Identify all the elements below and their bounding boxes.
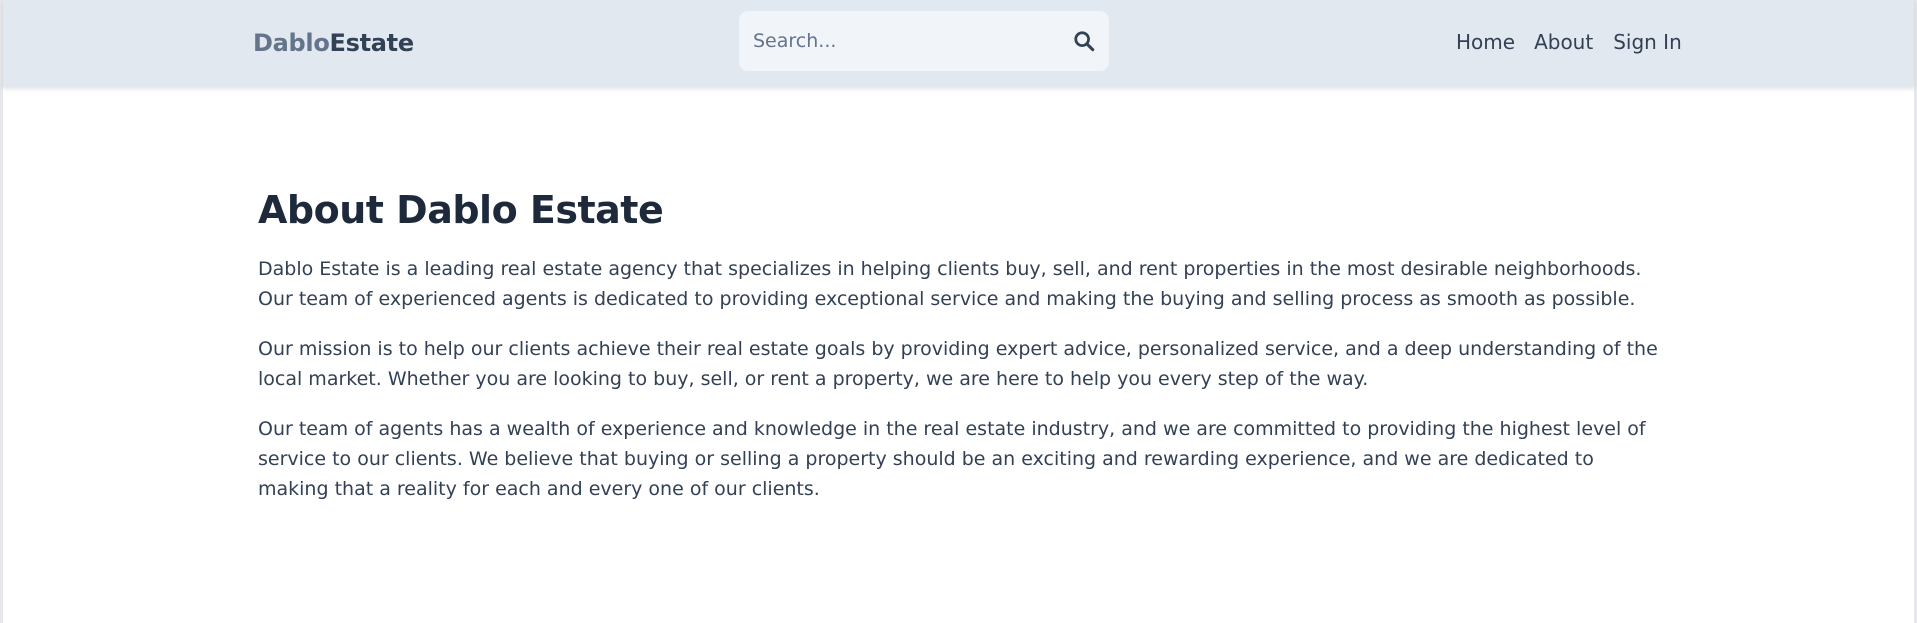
- search-form: [739, 11, 1109, 71]
- site-header: DabloEstate Home About Sign In: [3, 0, 1914, 87]
- main-nav: Home About Sign In: [1456, 28, 1682, 56]
- site-logo[interactable]: DabloEstate: [253, 27, 414, 59]
- page-title: About Dablo Estate: [258, 188, 664, 232]
- about-paragraph-3: Our team of agents has a wealth of exper…: [258, 418, 1646, 500]
- search-input[interactable]: [753, 11, 1053, 71]
- about-paragraph-2: Our mission is to help our clients achie…: [258, 338, 1658, 390]
- nav-link-sign-in[interactable]: Sign In: [1613, 28, 1682, 56]
- search-icon[interactable]: [1073, 30, 1095, 52]
- page-frame-left: [0, 0, 3, 623]
- logo-text-dablo: Dablo: [253, 29, 330, 57]
- nav-link-about[interactable]: About: [1534, 28, 1593, 56]
- about-paragraph-1: Dablo Estate is a leading real estate ag…: [258, 258, 1642, 310]
- nav-link-home[interactable]: Home: [1456, 28, 1515, 56]
- logo-text-estate: Estate: [329, 29, 415, 57]
- about-content: About Dablo Estate Dablo Estate is a lea…: [258, 180, 1668, 504]
